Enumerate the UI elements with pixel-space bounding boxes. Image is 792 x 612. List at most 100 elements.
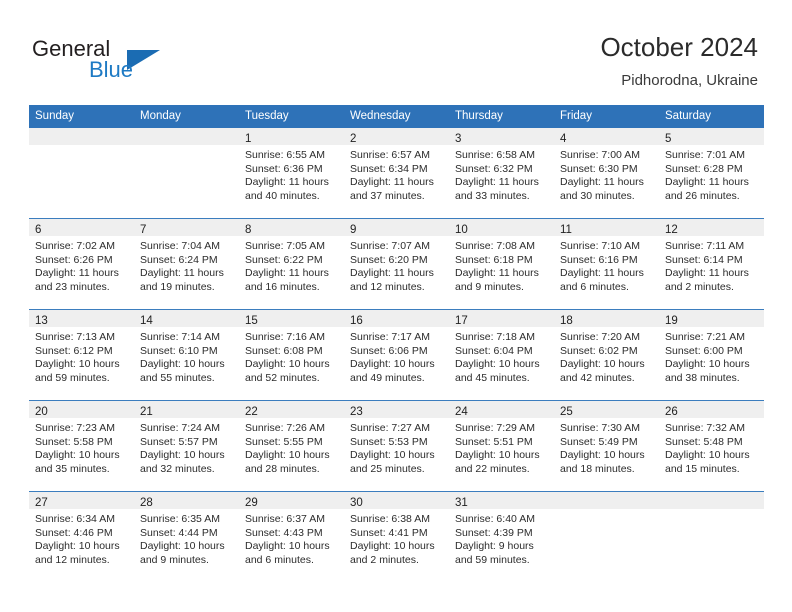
calendar-day-cell[interactable]: 31 Sunrise: 6:40 AM Sunset: 4:39 PM Dayligh…: [449, 491, 554, 582]
daylight-text-line2: and 40 minutes.: [245, 189, 320, 202]
calendar-day-cell[interactable]: 20 Sunrise: 7:23 AM Sunset: 5:58 PM Dayligh…: [29, 400, 134, 492]
sunset-text: Sunset: 6:16 PM: [560, 253, 638, 266]
calendar-day-cell[interactable]: 19 Sunrise: 7:21 AM Sunset: 6:00 PM Dayligh…: [659, 309, 764, 401]
calendar-day-cell[interactable]: 22 Sunrise: 7:26 AM Sunset: 5:55 PM Dayligh…: [239, 400, 344, 492]
calendar-day-cell[interactable]: 13 Sunrise: 7:13 AM Sunset: 6:12 PM Dayligh…: [29, 309, 134, 401]
daylight-text-line1: Daylight: 10 hours: [455, 358, 540, 370]
calendar-day-cell[interactable]: 23 Sunrise: 7:27 AM Sunset: 5:53 PM Dayligh…: [344, 400, 449, 492]
daylight-text-line2: and 9 minutes.: [140, 553, 209, 566]
calendar-day-cell[interactable]: 4 Sunrise: 7:00 AM Sunset: 6:30 PM Daylight…: [554, 128, 659, 219]
calendar-day-cell[interactable]: 9 Sunrise: 7:07 AM Sunset: 6:20 PM Daylight…: [344, 218, 449, 310]
calendar-day-cell-empty: [134, 128, 239, 219]
day-number: 22: [245, 406, 258, 418]
daylight-text-line1: Daylight: 11 hours: [140, 267, 224, 279]
calendar-day-cell[interactable]: 11 Sunrise: 7:10 AM Sunset: 6:16 PM Dayligh…: [554, 218, 659, 310]
sun-info: Sunrise: 6:58 AM Sunset: 6:32 PM Daylight:…: [449, 145, 554, 203]
sunrise-text: Sunrise: 7:17 AM: [350, 331, 430, 343]
generalblue-logo[interactable]: General Blue: [32, 36, 222, 86]
day-number: 29: [245, 497, 258, 509]
sunset-text: Sunset: 6:22 PM: [245, 253, 323, 266]
calendar-day-cell[interactable]: 29 Sunrise: 6:37 AM Sunset: 4:43 PM Dayligh…: [239, 491, 344, 582]
calendar-day-cell[interactable]: 1 Sunrise: 6:55 AM Sunset: 6:36 PM Daylight…: [239, 128, 344, 219]
sunset-text: Sunset: 6:04 PM: [455, 344, 533, 357]
sun-info: Sunrise: 7:01 AM Sunset: 6:28 PM Daylight:…: [659, 145, 764, 203]
daylight-text-line1: Daylight: 10 hours: [665, 449, 750, 461]
daylight-text-line1: Daylight: 10 hours: [560, 449, 645, 461]
sunrise-text: Sunrise: 7:27 AM: [350, 422, 430, 434]
calendar-day-cell[interactable]: 10 Sunrise: 7:08 AM Sunset: 6:18 PM Dayligh…: [449, 218, 554, 310]
calendar-day-cell[interactable]: 6 Sunrise: 7:02 AM Sunset: 6:26 PM Daylight…: [29, 218, 134, 310]
daylight-text-line2: and 22 minutes.: [455, 462, 530, 475]
sunrise-text: Sunrise: 7:14 AM: [140, 331, 220, 343]
calendar-day-cell[interactable]: 12 Sunrise: 7:11 AM Sunset: 6:14 PM Dayligh…: [659, 218, 764, 310]
calendar-day-cell-empty: [659, 491, 764, 582]
calendar-day-cell[interactable]: 14 Sunrise: 7:14 AM Sunset: 6:10 PM Dayligh…: [134, 309, 239, 401]
sunset-text: Sunset: 6:02 PM: [560, 344, 638, 357]
sun-info: Sunrise: 6:40 AM Sunset: 4:39 PM Daylight:…: [449, 509, 554, 567]
calendar-day-cell[interactable]: 21 Sunrise: 7:24 AM Sunset: 5:57 PM Dayligh…: [134, 400, 239, 492]
calendar-day-cell[interactable]: 16 Sunrise: 7:17 AM Sunset: 6:06 PM Dayligh…: [344, 309, 449, 401]
daylight-text-line1: Daylight: 11 hours: [560, 176, 644, 188]
daylight-text-line1: Daylight: 10 hours: [245, 540, 330, 552]
daylight-text-line1: Daylight: 10 hours: [350, 540, 435, 552]
daylight-text-line1: Daylight: 10 hours: [350, 358, 435, 370]
calendar-day-cell[interactable]: 27 Sunrise: 6:34 AM Sunset: 4:46 PM Dayligh…: [29, 491, 134, 582]
calendar-day-cell[interactable]: 15 Sunrise: 7:16 AM Sunset: 6:08 PM Dayligh…: [239, 309, 344, 401]
sun-info: Sunrise: 7:23 AM Sunset: 5:58 PM Daylight:…: [29, 418, 134, 476]
day-number: 23: [350, 406, 363, 418]
day-number: 10: [455, 224, 468, 236]
sun-info: Sunrise: 7:14 AM Sunset: 6:10 PM Daylight:…: [134, 327, 239, 385]
calendar-week-row: 1 Sunrise: 6:55 AM Sunset: 6:36 PM Daylight…: [29, 128, 764, 219]
sun-info: Sunrise: 7:27 AM Sunset: 5:53 PM Daylight:…: [344, 418, 449, 476]
day-number-band: 9: [344, 219, 449, 236]
day-number-band: 25: [554, 401, 659, 418]
sunrise-text: Sunrise: 7:26 AM: [245, 422, 325, 434]
sun-info: Sunrise: 7:05 AM Sunset: 6:22 PM Daylight:…: [239, 236, 344, 294]
page-title: October 2024: [600, 32, 758, 62]
daylight-text-line1: Daylight: 10 hours: [245, 449, 330, 461]
calendar-day-cell[interactable]: 2 Sunrise: 6:57 AM Sunset: 6:34 PM Daylight…: [344, 128, 449, 219]
daylight-text-line2: and 38 minutes.: [665, 371, 740, 384]
calendar-day-cell[interactable]: 17 Sunrise: 7:18 AM Sunset: 6:04 PM Dayligh…: [449, 309, 554, 401]
sunset-text: Sunset: 4:39 PM: [455, 526, 533, 539]
day-number-band: 20: [29, 401, 134, 418]
sunrise-text: Sunrise: 7:02 AM: [35, 240, 115, 252]
day-number-band: 13: [29, 310, 134, 327]
sunrise-text: Sunrise: 7:32 AM: [665, 422, 745, 434]
calendar-day-cell[interactable]: 5 Sunrise: 7:01 AM Sunset: 6:28 PM Daylight…: [659, 128, 764, 219]
sun-info: Sunrise: 6:35 AM Sunset: 4:44 PM Daylight:…: [134, 509, 239, 567]
daylight-text-line2: and 45 minutes.: [455, 371, 530, 384]
calendar-day-cell[interactable]: 3 Sunrise: 6:58 AM Sunset: 6:32 PM Daylight…: [449, 128, 554, 219]
sunrise-text: Sunrise: 6:34 AM: [35, 513, 115, 525]
logo-text-blue: Blue: [89, 57, 134, 82]
daylight-text-line1: Daylight: 10 hours: [35, 449, 120, 461]
day-number-band: 21: [134, 401, 239, 418]
day-number-band: 11: [554, 219, 659, 236]
daylight-text-line2: and 55 minutes.: [140, 371, 215, 384]
sunset-text: Sunset: 4:43 PM: [245, 526, 323, 539]
day-number: 26: [665, 406, 678, 418]
calendar-day-cell[interactable]: 26 Sunrise: 7:32 AM Sunset: 5:48 PM Dayligh…: [659, 400, 764, 492]
daylight-text-line1: Daylight: 10 hours: [35, 358, 120, 370]
sun-info: Sunrise: 7:30 AM Sunset: 5:49 PM Daylight:…: [554, 418, 659, 476]
calendar-day-cell[interactable]: 25 Sunrise: 7:30 AM Sunset: 5:49 PM Dayligh…: [554, 400, 659, 492]
daylight-text-line1: Daylight: 11 hours: [350, 176, 434, 188]
sunrise-text: Sunrise: 7:23 AM: [35, 422, 115, 434]
calendar-day-cell[interactable]: 30 Sunrise: 6:38 AM Sunset: 4:41 PM Dayligh…: [344, 491, 449, 582]
calendar-day-cell[interactable]: 8 Sunrise: 7:05 AM Sunset: 6:22 PM Daylight…: [239, 218, 344, 310]
calendar-day-cell[interactable]: 28 Sunrise: 6:35 AM Sunset: 4:44 PM Dayligh…: [134, 491, 239, 582]
sunset-text: Sunset: 6:24 PM: [140, 253, 218, 266]
calendar-day-cell[interactable]: 18 Sunrise: 7:20 AM Sunset: 6:02 PM Dayligh…: [554, 309, 659, 401]
title-block: October 2024 Pidhorodna, Ukraine: [600, 32, 758, 91]
sun-info: Sunrise: 7:04 AM Sunset: 6:24 PM Daylight:…: [134, 236, 239, 294]
sunset-text: Sunset: 6:18 PM: [455, 253, 533, 266]
sunset-text: Sunset: 5:49 PM: [560, 435, 638, 448]
daylight-text-line1: Daylight: 10 hours: [140, 358, 225, 370]
daylight-text-line1: Daylight: 10 hours: [350, 449, 435, 461]
calendar-day-cell[interactable]: 24 Sunrise: 7:29 AM Sunset: 5:51 PM Dayligh…: [449, 400, 554, 492]
calendar-day-cell[interactable]: 7 Sunrise: 7:04 AM Sunset: 6:24 PM Daylight…: [134, 218, 239, 310]
calendar-page: General Blue October 2024 Pidhorodna, Uk…: [0, 0, 792, 612]
sun-info: Sunrise: 7:18 AM Sunset: 6:04 PM Daylight:…: [449, 327, 554, 385]
sunset-text: Sunset: 5:51 PM: [455, 435, 533, 448]
sunset-text: Sunset: 6:06 PM: [350, 344, 428, 357]
